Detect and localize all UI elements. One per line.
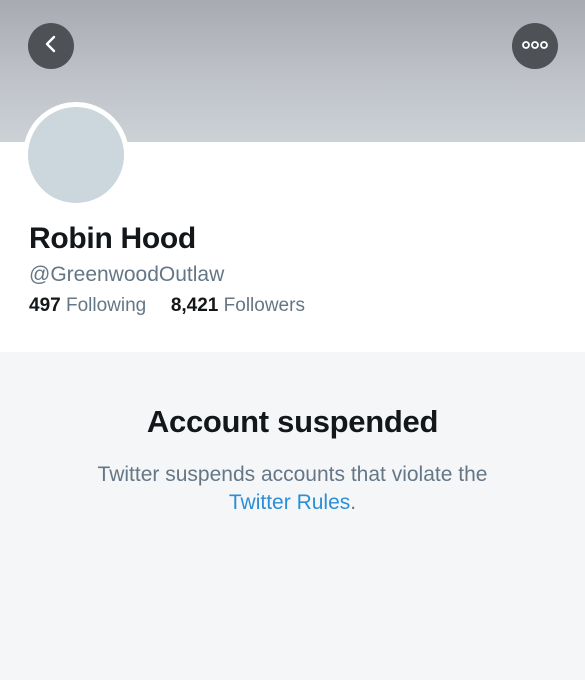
following-link[interactable]: 497 Following bbox=[29, 295, 152, 316]
suspended-period: . bbox=[350, 491, 357, 514]
following-count: 497 bbox=[29, 295, 61, 316]
profile-name: Robin Hood bbox=[29, 222, 196, 255]
following-label: Following bbox=[65, 295, 147, 316]
followers-count: 8,421 bbox=[170, 295, 219, 316]
suspended-text: Twitter suspends accounts that violate t… bbox=[97, 463, 488, 486]
back-button[interactable] bbox=[28, 23, 74, 69]
twitter-rules-link[interactable]: Twitter Rules bbox=[229, 491, 350, 514]
followers-label: Followers bbox=[223, 295, 305, 316]
profile-handle: @GreenwoodOutlaw bbox=[29, 263, 225, 286]
suspended-title: Account suspended bbox=[146, 404, 439, 439]
suspended-message: Twitter suspends accounts that violate t… bbox=[0, 461, 585, 517]
avatar[interactable] bbox=[23, 102, 129, 208]
profile-stats: 497 Following 8,421 Followers bbox=[29, 295, 305, 317]
followers-link[interactable]: 8,421 Followers bbox=[171, 295, 305, 316]
more-options-button[interactable] bbox=[512, 23, 558, 69]
chevron-left-icon bbox=[40, 33, 62, 60]
more-horizontal-icon bbox=[522, 37, 548, 55]
